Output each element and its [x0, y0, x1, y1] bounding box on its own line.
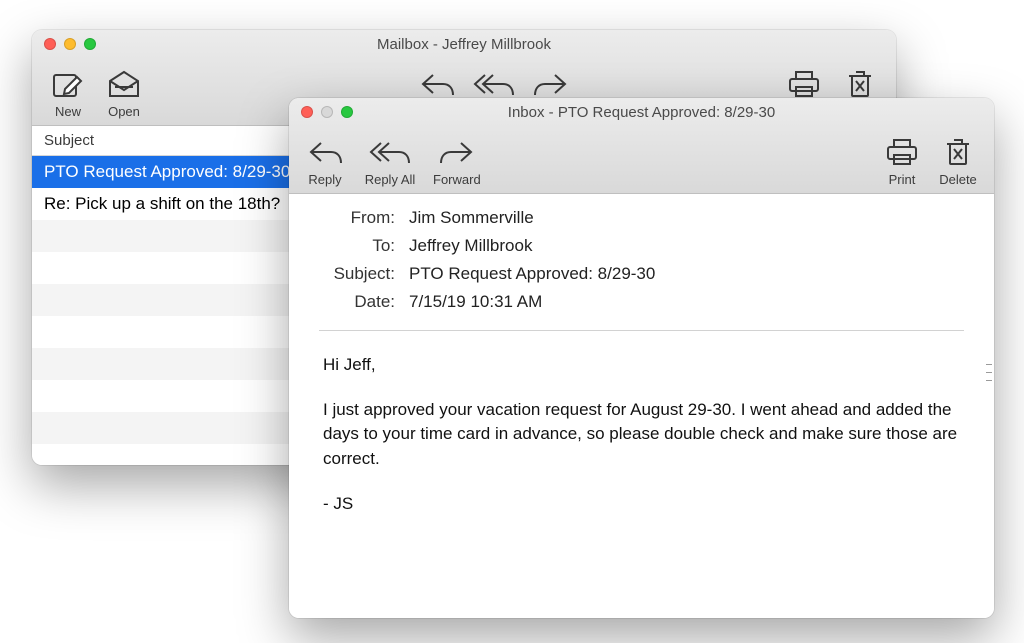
from-label: From:	[319, 208, 409, 228]
body-greeting: Hi Jeff,	[323, 353, 960, 378]
mailbox-forward-button[interactable]	[525, 64, 577, 102]
delete-button[interactable]: Delete	[932, 132, 984, 187]
reply-all-label: Reply All	[365, 172, 416, 187]
body-signoff: - JS	[323, 492, 960, 517]
mailbox-reply-button[interactable]	[411, 64, 463, 102]
open-envelope-icon	[106, 66, 142, 102]
message-text: Hi Jeff, I just approved your vacation r…	[319, 353, 964, 516]
minimize-dot[interactable]	[321, 106, 333, 118]
resize-mark[interactable]	[986, 364, 992, 365]
mailbox-title: Mailbox - Jeffrey Millbrook	[32, 36, 896, 53]
message-body: From: Jim Sommerville To: Jeffrey Millbr…	[289, 194, 994, 618]
reply-arrow-icon	[417, 66, 457, 102]
open-label: Open	[108, 104, 140, 119]
message-window: Inbox - PTO Request Approved: 8/29-30 Re…	[289, 98, 994, 618]
message-traffic-lights	[289, 106, 353, 118]
message-titlebar: Inbox - PTO Request Approved: 8/29-30 Re…	[289, 98, 994, 194]
reply-label: Reply	[308, 172, 341, 187]
mailbox-traffic-lights	[32, 38, 96, 50]
new-label: New	[55, 104, 81, 119]
reply-all-button[interactable]: Reply All	[355, 132, 425, 187]
message-title: Inbox - PTO Request Approved: 8/29-30	[289, 104, 994, 121]
message-headers: From: Jim Sommerville To: Jeffrey Millbr…	[319, 204, 964, 316]
open-button[interactable]: Open	[98, 64, 150, 119]
compose-icon	[51, 66, 85, 102]
header-divider	[319, 330, 964, 331]
minimize-dot[interactable]	[64, 38, 76, 50]
from-value: Jim Sommerville	[409, 208, 964, 228]
reply-button[interactable]: Reply	[299, 132, 351, 187]
forward-button[interactable]: Forward	[429, 132, 485, 187]
subject-label: Subject:	[319, 264, 409, 284]
to-value: Jeffrey Millbrook	[409, 236, 964, 256]
resize-mark[interactable]	[986, 380, 992, 381]
message-toolbar: Reply Reply All	[289, 126, 994, 193]
trash-icon	[845, 66, 875, 102]
forward-arrow-icon	[437, 134, 477, 170]
reply-all-arrow-icon	[471, 66, 517, 102]
print-label: Print	[889, 172, 916, 187]
zoom-dot[interactable]	[341, 106, 353, 118]
close-dot[interactable]	[44, 38, 56, 50]
mailbox-print-button[interactable]	[778, 64, 830, 102]
body-paragraph: I just approved your vacation request fo…	[323, 398, 960, 472]
date-value: 7/15/19 10:31 AM	[409, 292, 964, 312]
subject-value: PTO Request Approved: 8/29-30	[409, 264, 964, 284]
print-button[interactable]: Print	[876, 132, 928, 187]
to-label: To:	[319, 236, 409, 256]
new-button[interactable]: New	[42, 64, 94, 119]
mailbox-delete-button[interactable]	[834, 64, 886, 102]
close-dot[interactable]	[301, 106, 313, 118]
resize-mark[interactable]	[986, 372, 992, 373]
printer-icon	[786, 66, 822, 102]
reply-arrow-icon	[305, 134, 345, 170]
date-label: Date:	[319, 292, 409, 312]
trash-icon	[943, 134, 973, 170]
forward-label: Forward	[433, 172, 481, 187]
reply-all-arrow-icon	[367, 134, 413, 170]
forward-arrow-icon	[531, 66, 571, 102]
delete-label: Delete	[939, 172, 977, 187]
mailbox-reply-all-button[interactable]	[467, 64, 521, 102]
zoom-dot[interactable]	[84, 38, 96, 50]
printer-icon	[884, 134, 920, 170]
